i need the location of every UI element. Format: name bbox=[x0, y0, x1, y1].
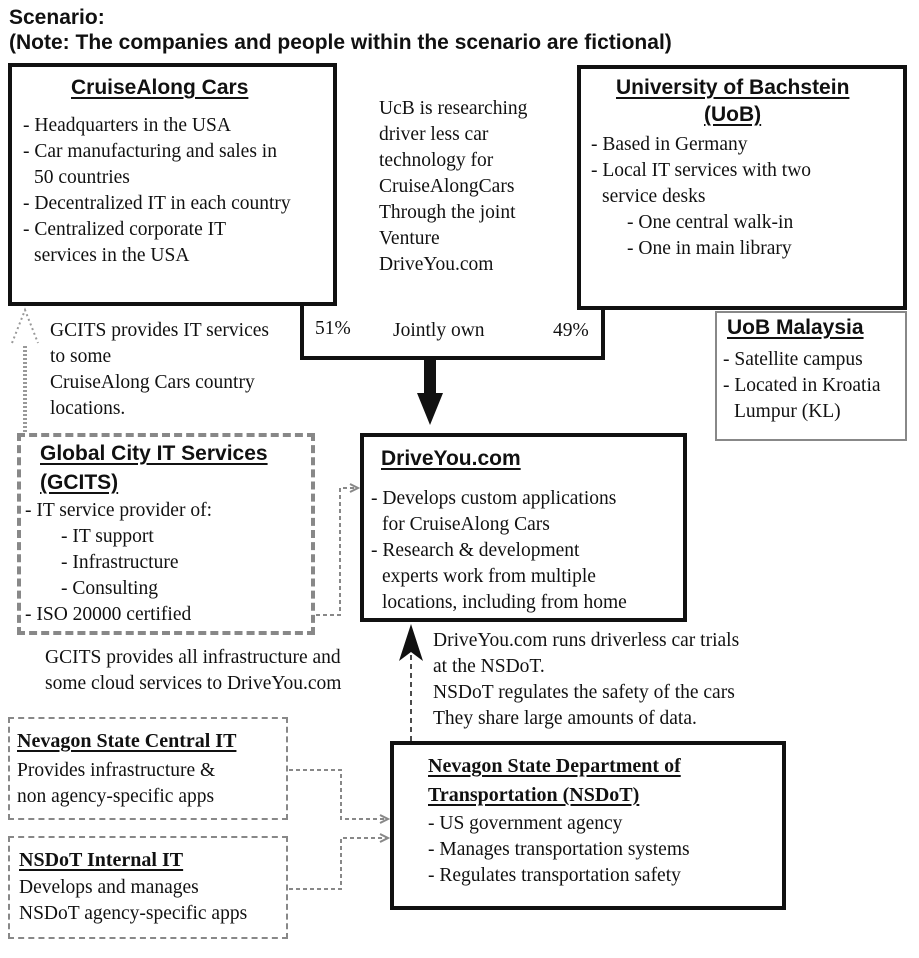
note-line: CruiseAlongCars bbox=[379, 176, 515, 197]
gcits-cruisealong-note: GCITS provides IT services to some Cruis… bbox=[50, 318, 269, 422]
detail-line: - Consulting bbox=[61, 578, 158, 599]
central-it-to-nsdot-arrow bbox=[289, 769, 391, 824]
detail-line: - Located in Kroatia bbox=[723, 375, 881, 396]
ownership-label: Jointly own bbox=[393, 320, 485, 341]
gcits-driveyou-note: GCITS provides all infrastructure and so… bbox=[45, 645, 341, 697]
nevagon-central-it-title: Nevagon State Central IT bbox=[17, 730, 237, 752]
detail-line: - Satellite campus bbox=[723, 349, 863, 370]
detail-line: service desks bbox=[602, 186, 706, 207]
note-line: locations. bbox=[50, 398, 126, 419]
detail-line: - Local IT services with two bbox=[591, 160, 812, 181]
cruisealong-cars-details: - Headquarters in the USA - Car manufact… bbox=[23, 113, 291, 269]
detail-line: - Infrastructure bbox=[61, 552, 179, 573]
internal-it-to-nsdot-arrow bbox=[289, 833, 391, 890]
detail-line: for CruiseAlong Cars bbox=[382, 514, 550, 535]
detail-line: Provides infrastructure & bbox=[17, 760, 216, 781]
uob-title-line1: University of Bachstein bbox=[616, 76, 850, 99]
detail-line: - Develops custom applications bbox=[371, 488, 617, 509]
nsdot-details: - US government agency - Manages transpo… bbox=[428, 811, 690, 889]
nevagon-central-it-details: Provides infrastructure & non agency-spe… bbox=[17, 758, 215, 810]
nsdot-to-driveyou-arrow bbox=[399, 624, 423, 741]
driveyou-title: DriveYou.com bbox=[381, 447, 521, 470]
cruisealong-cars-box: CruiseAlong Cars - Headquarters in the U… bbox=[8, 63, 337, 306]
note-line: DriveYou.com runs driverless car trials bbox=[433, 630, 740, 651]
detail-line: - Research & development bbox=[371, 540, 580, 561]
uob-malaysia-details: - Satellite campus - Located in Kroatia … bbox=[723, 347, 881, 425]
gcits-to-cruisealong-arrow bbox=[11, 307, 39, 432]
detail-line: - Manages transportation systems bbox=[428, 839, 690, 860]
ownership-left-percent: 51% bbox=[315, 318, 351, 339]
scenario-note: (Note: The companies and people within t… bbox=[9, 31, 672, 54]
nsdot-internal-it-box: NSDoT Internal IT Develops and manages N… bbox=[8, 836, 288, 939]
detail-line: 50 countries bbox=[34, 167, 130, 188]
detail-line: - Headquarters in the USA bbox=[23, 115, 231, 136]
detail-line: NSDoT agency-specific apps bbox=[19, 903, 248, 924]
uob-malaysia-box: UoB Malaysia - Satellite campus - Locate… bbox=[715, 311, 907, 441]
gcits-title-line1: Global City IT Services bbox=[40, 442, 268, 465]
detail-line: - ISO 20000 certified bbox=[25, 604, 192, 625]
detail-line: services in the USA bbox=[34, 245, 190, 266]
driveyou-box: DriveYou.com - Develops custom applicati… bbox=[360, 433, 687, 622]
detail-line: - Car manufacturing and sales in bbox=[23, 141, 277, 162]
note-line: to some bbox=[50, 346, 112, 367]
detail-line: - Centralized corporate IT bbox=[23, 219, 227, 240]
note-line: some cloud services to DriveYou.com bbox=[45, 673, 342, 694]
nsdot-title-line2: Transportation (NSDoT) bbox=[428, 784, 640, 806]
uob-malaysia-title: UoB Malaysia bbox=[727, 316, 864, 339]
note-line: NSDoT regulates the safety of the cars bbox=[433, 682, 735, 703]
detail-line: - One in main library bbox=[627, 238, 792, 259]
detail-line: - Regulates transportation safety bbox=[428, 865, 681, 886]
nsdot-title-line1: Nevagon State Department of bbox=[428, 755, 681, 777]
note-line: DriveYou.com bbox=[379, 254, 494, 275]
joint-ownership-arrow bbox=[417, 358, 443, 425]
note-line: They share large amounts of data. bbox=[433, 708, 697, 729]
ownership-right-percent: 49% bbox=[553, 320, 589, 341]
ucb-research-note: UcB is researching driver less car techn… bbox=[379, 96, 527, 278]
note-line: Venture bbox=[379, 228, 440, 249]
nevagon-central-it-box: Nevagon State Central IT Provides infras… bbox=[8, 717, 288, 820]
nsdot-box: Nevagon State Department of Transportati… bbox=[390, 741, 786, 910]
note-line: technology for bbox=[379, 150, 494, 171]
detail-line: locations, including from home bbox=[382, 592, 627, 613]
note-line: GCITS provides IT services bbox=[50, 320, 269, 341]
uob-details: - Based in Germany - Local IT services w… bbox=[591, 132, 811, 262]
gcits-title-line2: (GCITS) bbox=[40, 471, 119, 494]
detail-line: Lumpur (KL) bbox=[734, 401, 841, 422]
detail-line: - IT service provider of: bbox=[25, 500, 212, 521]
cruisealong-cars-title: CruiseAlong Cars bbox=[71, 76, 249, 99]
nsdot-internal-it-details: Develops and manages NSDoT agency-specif… bbox=[19, 875, 247, 927]
note-line: CruiseAlong Cars country bbox=[50, 372, 255, 393]
uob-box: University of Bachstein (UoB) - Based in… bbox=[577, 65, 907, 310]
nsdot-relationship-note: DriveYou.com runs driverless car trials … bbox=[433, 628, 739, 732]
detail-line: - IT support bbox=[61, 526, 154, 547]
scenario-heading: Scenario: bbox=[9, 6, 105, 29]
detail-line: - Based in Germany bbox=[591, 134, 748, 155]
detail-line: experts work from multiple bbox=[382, 566, 596, 587]
note-line: at the NSDoT. bbox=[433, 656, 545, 677]
detail-line: non agency-specific apps bbox=[17, 786, 215, 807]
note-line: UcB is researching bbox=[379, 98, 528, 119]
gcits-to-driveyou-arrow bbox=[316, 483, 361, 616]
detail-line: - US government agency bbox=[428, 813, 623, 834]
detail-line: - Decentralized IT in each country bbox=[23, 193, 291, 214]
detail-line: Develops and manages bbox=[19, 877, 199, 898]
note-line: GCITS provides all infrastructure and bbox=[45, 647, 341, 668]
nsdot-internal-it-title: NSDoT Internal IT bbox=[19, 849, 184, 871]
gcits-details: - IT service provider of: - IT support -… bbox=[25, 498, 212, 628]
gcits-box: Global City IT Services (GCITS) - IT ser… bbox=[17, 433, 315, 635]
driveyou-details: - Develops custom applications for Cruis… bbox=[371, 486, 627, 616]
ownership-bracket: 51% Jointly own 49% bbox=[300, 300, 605, 360]
uob-title-line2: (UoB) bbox=[704, 103, 762, 126]
note-line: Through the joint bbox=[379, 202, 516, 223]
detail-line: - One central walk-in bbox=[627, 212, 794, 233]
note-line: driver less car bbox=[379, 124, 489, 145]
